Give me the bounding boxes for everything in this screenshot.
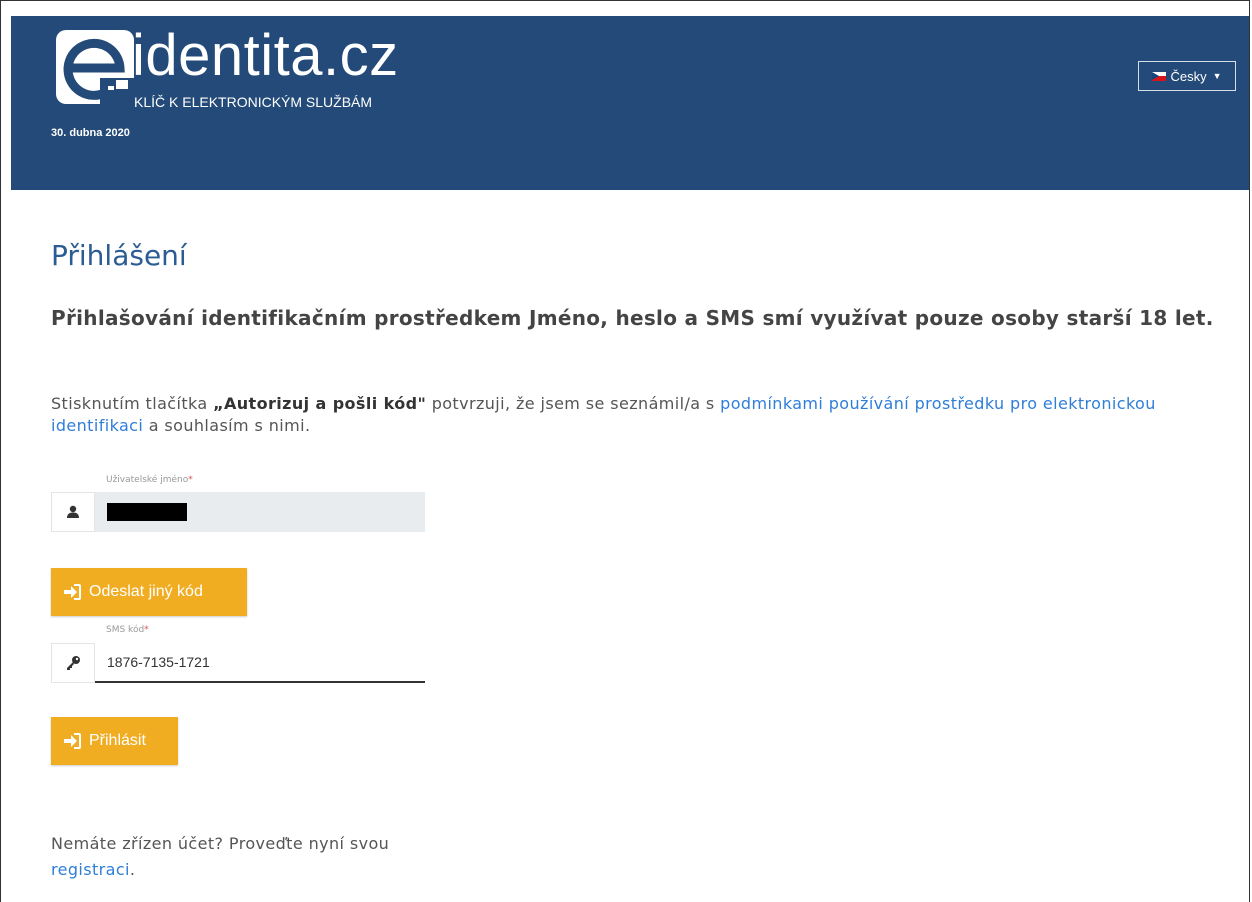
sms-label: SMS kód* [106, 625, 149, 635]
redacted-username [107, 503, 187, 521]
logo[interactable]: identita.cz KLÍČ K ELEKTRONICKÝM SLUŽBÁM [56, 23, 456, 120]
consent-text: Stisknutím tlačítka „Autorizuj a pošli k… [51, 393, 1231, 437]
consent-button-ref: „Autorizuj a pošli kód" [213, 394, 427, 413]
consent-suffix: a souhlasím s nimi. [143, 416, 311, 435]
resend-code-button[interactable]: Odeslat jiný kód [51, 568, 247, 616]
header-date: 30. dubna 2020 [51, 127, 130, 139]
consent-prefix: Stisknutím tlačítka [51, 394, 214, 413]
sms-field: 1876-7135-1721 [51, 643, 425, 683]
logo-text: identita.cz [132, 23, 399, 88]
username-field [51, 492, 425, 532]
page-title: Přihlášení [51, 239, 187, 272]
language-select[interactable]: Česky ▼ [1138, 61, 1236, 91]
username-label: Uživatelské jméno* [106, 475, 193, 485]
logo-tagline: KLÍČ K ELEKTRONICKÝM SLUŽBÁM [134, 94, 373, 110]
consent-middle: potvrzuji, že jsem se seznámil/a s [426, 394, 721, 413]
page-frame: identita.cz KLÍČ K ELEKTRONICKÝM SLUŽBÁM… [0, 0, 1250, 902]
user-icon [51, 492, 95, 532]
registration-prompt: Nemáte zřízen účet? Proveďte nyní svou r… [51, 831, 431, 883]
registration-text: Nemáte zřízen účet? Proveďte nyní svou [51, 834, 390, 853]
login-button[interactable]: Přihlásit [51, 717, 178, 765]
sms-code-input[interactable]: 1876-7135-1721 [95, 643, 425, 683]
registration-suffix: . [129, 860, 136, 879]
login-label: Přihlásit [89, 732, 146, 749]
resend-code-label: Odeslat jiný kód [89, 583, 203, 600]
e-logo-icon [56, 30, 134, 104]
language-label: Česky [1170, 68, 1207, 84]
header-bar: identita.cz KLÍČ K ELEKTRONICKÝM SLUŽBÁM… [11, 16, 1249, 190]
caret-down-icon: ▼ [1212, 71, 1222, 81]
czech-flag-icon [1152, 71, 1167, 81]
sign-in-icon [63, 584, 81, 600]
registration-link[interactable]: registraci [51, 860, 130, 879]
age-notice: Přihlašování identifikačním prostředkem … [51, 306, 1214, 330]
sign-in-icon [63, 733, 81, 749]
key-icon [51, 643, 95, 683]
username-input[interactable] [95, 492, 425, 532]
